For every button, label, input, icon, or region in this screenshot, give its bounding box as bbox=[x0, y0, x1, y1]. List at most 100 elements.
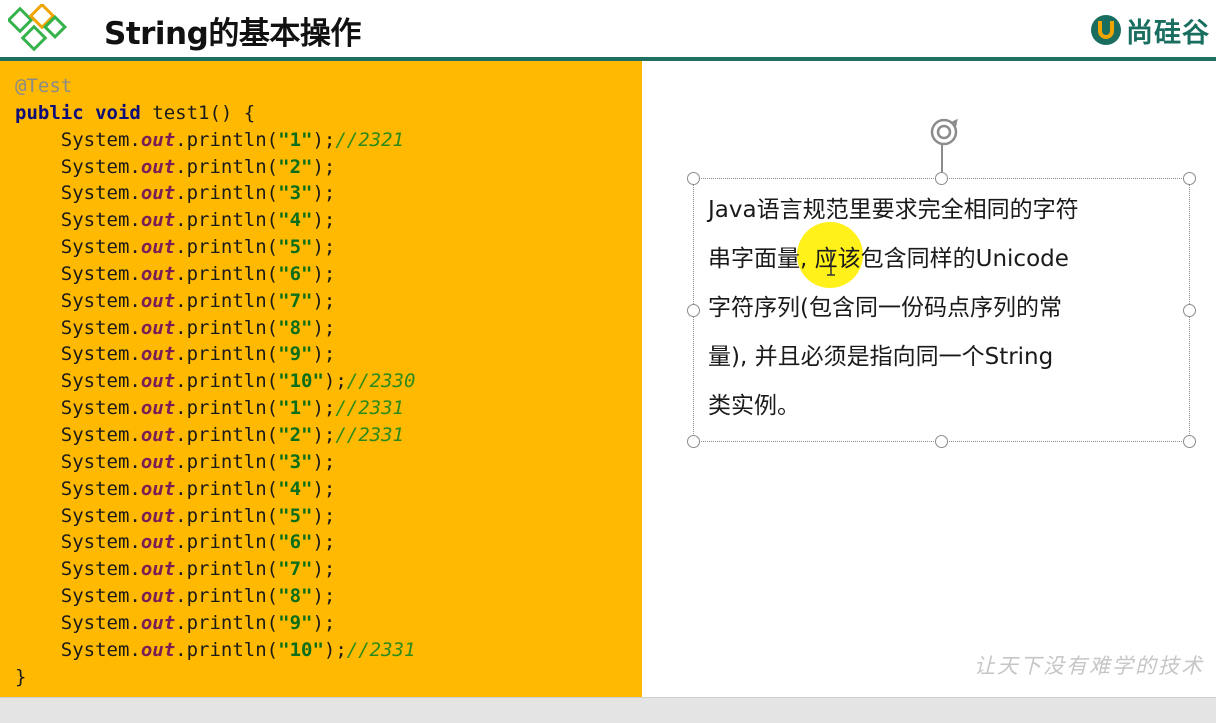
keyword-public: public bbox=[15, 101, 84, 124]
resize-handle-top-left[interactable] bbox=[687, 172, 700, 185]
method-name: test1() { bbox=[140, 101, 256, 124]
textbox-line: Java语言规范里要求完全相同的字符 bbox=[708, 197, 1079, 223]
code-out-field: out bbox=[140, 262, 176, 285]
code-out-field: out bbox=[140, 343, 176, 366]
resize-handle-bottom-left[interactable] bbox=[687, 435, 700, 448]
code-line: System.out.println("2"); bbox=[15, 154, 642, 181]
code-out-field: out bbox=[140, 477, 176, 500]
code-system: System. bbox=[15, 236, 141, 259]
code-println: .println( bbox=[175, 289, 279, 312]
resize-handle-top-right[interactable] bbox=[1183, 172, 1196, 185]
code-system: System. bbox=[15, 262, 141, 285]
code-system: System. bbox=[15, 558, 141, 581]
slide-title: String的基本操作 bbox=[104, 16, 361, 52]
code-out-field: out bbox=[140, 289, 176, 312]
code-comment: //2331 bbox=[335, 397, 404, 420]
code-out-field: out bbox=[140, 423, 176, 446]
code-string-literal: "2" bbox=[278, 423, 313, 446]
code-string-literal: "9" bbox=[278, 611, 313, 634]
code-body: System.out.println("1");//2321 System.ou… bbox=[15, 127, 642, 664]
code-system: System. bbox=[15, 370, 141, 393]
resize-handle-bottom-right[interactable] bbox=[1183, 435, 1196, 448]
code-println: .println( bbox=[175, 128, 279, 151]
code-println: .println( bbox=[175, 316, 279, 339]
code-line: System.out.println("1");//2321 bbox=[15, 127, 642, 154]
code-println: .println( bbox=[175, 155, 279, 178]
text-cursor-icon bbox=[827, 250, 835, 276]
resize-handle-middle-right[interactable] bbox=[1183, 304, 1196, 317]
code-line: System.out.println("7"); bbox=[15, 556, 642, 583]
code-string-literal: "10" bbox=[278, 638, 324, 661]
code-string-literal: "3" bbox=[278, 450, 313, 473]
code-string-literal: "5" bbox=[278, 504, 313, 527]
code-system: System. bbox=[15, 209, 141, 232]
resize-handle-middle-left[interactable] bbox=[687, 304, 700, 317]
code-string-literal: "8" bbox=[278, 585, 313, 608]
code-terminator: ); bbox=[312, 477, 336, 500]
code-println: .println( bbox=[175, 450, 279, 473]
code-string-literal: "4" bbox=[278, 209, 313, 232]
code-system: System. bbox=[15, 450, 141, 473]
code-println: .println( bbox=[175, 182, 279, 205]
code-out-field: out bbox=[140, 370, 176, 393]
code-println: .println( bbox=[175, 611, 279, 634]
code-terminator: ); bbox=[312, 343, 336, 366]
code-out-field: out bbox=[140, 531, 176, 554]
code-string-literal: "5" bbox=[278, 236, 313, 259]
slide-header: String的基本操作 尚硅谷 bbox=[0, 0, 1216, 61]
code-println: .println( bbox=[175, 236, 279, 259]
code-out-field: out bbox=[140, 236, 176, 259]
code-terminator: ); bbox=[323, 370, 347, 393]
code-system: System. bbox=[15, 397, 141, 420]
watermark: 让天下没有难学的技术 bbox=[974, 654, 1204, 678]
code-terminator: ); bbox=[312, 397, 336, 420]
textbox-content[interactable]: Java语言规范里要求完全相同的字符 串字面量, 应该包含同样的Unicode … bbox=[708, 186, 1178, 431]
code-terminator: ); bbox=[323, 638, 347, 661]
code-terminator: ); bbox=[312, 531, 336, 554]
code-system: System. bbox=[15, 155, 141, 178]
textbox-line: 字符序列(包含同一份码点序列的常 bbox=[708, 295, 1062, 321]
resize-handle-top-middle[interactable] bbox=[935, 172, 948, 185]
code-string-literal: "1" bbox=[278, 128, 313, 151]
code-println: .println( bbox=[175, 558, 279, 581]
code-signature: public void test1() { bbox=[15, 100, 642, 127]
code-string-literal: "10" bbox=[278, 370, 324, 393]
rotate-handle-icon[interactable] bbox=[927, 115, 961, 149]
code-out-field: out bbox=[140, 182, 176, 205]
code-line: System.out.println("7"); bbox=[15, 288, 642, 315]
code-line: System.out.println("6"); bbox=[15, 261, 642, 288]
code-out-field: out bbox=[140, 585, 176, 608]
code-terminator: ); bbox=[312, 289, 336, 312]
code-println: .println( bbox=[175, 477, 279, 500]
code-line: System.out.println("2");//2331 bbox=[15, 422, 642, 449]
code-string-literal: "4" bbox=[278, 477, 313, 500]
resize-handle-bottom-middle[interactable] bbox=[935, 435, 948, 448]
code-println: .println( bbox=[175, 209, 279, 232]
code-println: .println( bbox=[175, 531, 279, 554]
code-terminator: ); bbox=[312, 585, 336, 608]
code-line: System.out.println("4"); bbox=[15, 476, 642, 503]
code-out-field: out bbox=[140, 450, 176, 473]
code-closing-brace: } bbox=[15, 665, 27, 688]
code-terminator: ); bbox=[312, 316, 336, 339]
diamond-logo-icon bbox=[8, 4, 68, 52]
code-println: .println( bbox=[175, 638, 279, 661]
code-system: System. bbox=[15, 128, 141, 151]
code-system: System. bbox=[15, 423, 141, 446]
code-terminator: ); bbox=[312, 611, 336, 634]
code-terminator: ); bbox=[312, 155, 336, 178]
code-terminator: ); bbox=[312, 209, 336, 232]
code-line: System.out.println("8"); bbox=[15, 583, 642, 610]
code-line: System.out.println("4"); bbox=[15, 207, 642, 234]
textbox-line: 串字面量, 应该包含同样的Unicode bbox=[708, 246, 1069, 272]
code-terminator: ); bbox=[312, 423, 336, 446]
code-terminator: ); bbox=[312, 236, 336, 259]
code-println: .println( bbox=[175, 370, 279, 393]
code-string-literal: "3" bbox=[278, 182, 313, 205]
code-comment: //2331 bbox=[346, 638, 416, 661]
code-comment: //2321 bbox=[335, 128, 404, 151]
code-line: System.out.println("5"); bbox=[15, 234, 642, 261]
code-string-literal: "9" bbox=[278, 343, 313, 366]
code-comment: //2331 bbox=[335, 423, 404, 446]
code-line: System.out.println("9"); bbox=[15, 610, 642, 637]
